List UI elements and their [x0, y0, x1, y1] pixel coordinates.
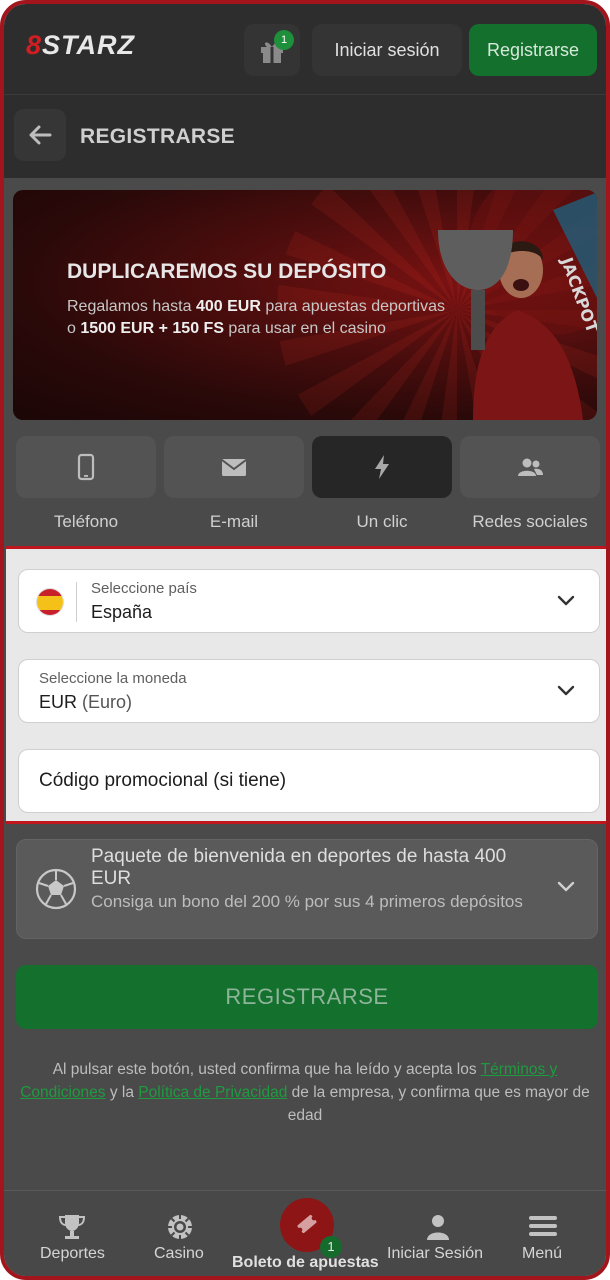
country-select[interactable]: Seleccione país España: [18, 569, 600, 633]
banner-title: DUPLICAREMOS SU DEPÓSITO: [67, 260, 387, 283]
login-button[interactable]: Iniciar sesión: [312, 24, 462, 76]
nav-sports[interactable]: Deportes: [34, 1191, 114, 1276]
tab-social-label: Redes sociales: [472, 512, 588, 531]
divider: [76, 582, 77, 622]
hamburger-menu-icon: [529, 1216, 557, 1236]
chevron-down-icon: [557, 685, 575, 696]
currency-select[interactable]: Seleccione la moneda EUR (Euro): [18, 659, 600, 723]
nav-casino-label: Casino: [154, 1245, 204, 1262]
tab-one-click[interactable]: [312, 436, 452, 498]
phone-icon: [77, 453, 95, 481]
spain-flag-icon: [36, 588, 64, 616]
nav-betslip-label: Boleto de apuestas: [232, 1254, 379, 1271]
legal-text: Al pulsar este botón, usted confirma que…: [20, 1061, 590, 1124]
banner-line-2: o 1500 EUR + 150 FS para usar en el casi…: [67, 320, 386, 337]
nav-menu-label: Menú: [522, 1245, 563, 1262]
gift-button[interactable]: [244, 24, 300, 76]
gift-badge: 1: [274, 30, 294, 50]
bonus-title: Paquete de bienvenida en deportes de has…: [91, 846, 507, 889]
currency-label: Seleccione la moneda: [39, 670, 187, 687]
currency-value: EUR (Euro): [39, 692, 133, 712]
promo-code-input[interactable]: Código promocional (si tiene): [18, 749, 600, 813]
envelope-icon: [221, 459, 247, 476]
tab-one-click-label: Un clic: [356, 512, 408, 531]
people-icon: [518, 458, 543, 476]
tab-phone-label: Teléfono: [53, 512, 119, 531]
player-with-trophy-image: JACKPOT: [438, 190, 597, 420]
trophy-icon: [58, 1215, 86, 1239]
promo-code-placeholder: Código promocional (si tiene): [39, 770, 287, 791]
tab-email[interactable]: [164, 436, 304, 498]
page: 8STARZ 1 Iniciar sesión Registrarse REGI…: [4, 4, 606, 1276]
country-value: España: [91, 602, 153, 622]
logo-text: STARZ: [42, 30, 136, 60]
chevron-down-icon: [557, 595, 575, 606]
tab-phone[interactable]: [16, 436, 156, 498]
register-header-button[interactable]: Registrarse: [469, 24, 597, 76]
nav-login[interactable]: Iniciar Sesión: [384, 1191, 494, 1276]
chevron-down-icon: [557, 881, 575, 892]
casino-chip-icon: [168, 1215, 192, 1239]
logo-number: 8: [26, 30, 43, 60]
user-icon: [427, 1215, 449, 1240]
banner-line-1: Regalamos hasta 400 EUR para apuestas de…: [67, 298, 446, 315]
bonus-subtitle: Consiga un bono del 200 % por sus 4 prim…: [91, 892, 523, 911]
tab-social[interactable]: [460, 436, 600, 498]
tab-email-label: E-mail: [209, 512, 259, 531]
page-title: REGISTRARSE: [80, 125, 235, 148]
soccer-ball-icon: [35, 868, 77, 910]
country-label: Seleccione país: [91, 580, 197, 597]
registration-form: Seleccione país España Seleccione la mon…: [6, 546, 606, 824]
nav-login-label: Iniciar Sesión: [387, 1245, 484, 1262]
register-submit-button[interactable]: REGISTRARSE: [16, 965, 598, 1029]
promo-banner[interactable]: JACKPOT DUPLICAREMOS SU DEPÓSITO Regalam…: [13, 190, 597, 420]
logo[interactable]: 8STARZ: [26, 30, 135, 61]
sub-header: REGISTRARSE: [4, 94, 606, 178]
bonus-select[interactable]: Paquete de bienvenida en deportes de has…: [16, 839, 598, 939]
back-button[interactable]: [14, 109, 66, 161]
phone-frame: 8STARZ 1 Iniciar sesión Registrarse REGI…: [0, 0, 610, 1280]
arrow-left-icon: [29, 125, 52, 145]
lightning-icon: [375, 455, 389, 479]
top-header: 8STARZ 1 Iniciar sesión Registrarse: [4, 4, 606, 94]
nav-sports-label: Deportes: [40, 1245, 105, 1262]
privacy-link[interactable]: Política de Privacidad: [138, 1084, 287, 1101]
nav-menu[interactable]: Menú: [514, 1191, 574, 1276]
nav-casino[interactable]: Casino: [148, 1191, 218, 1276]
ticket-icon: [297, 1214, 317, 1234]
